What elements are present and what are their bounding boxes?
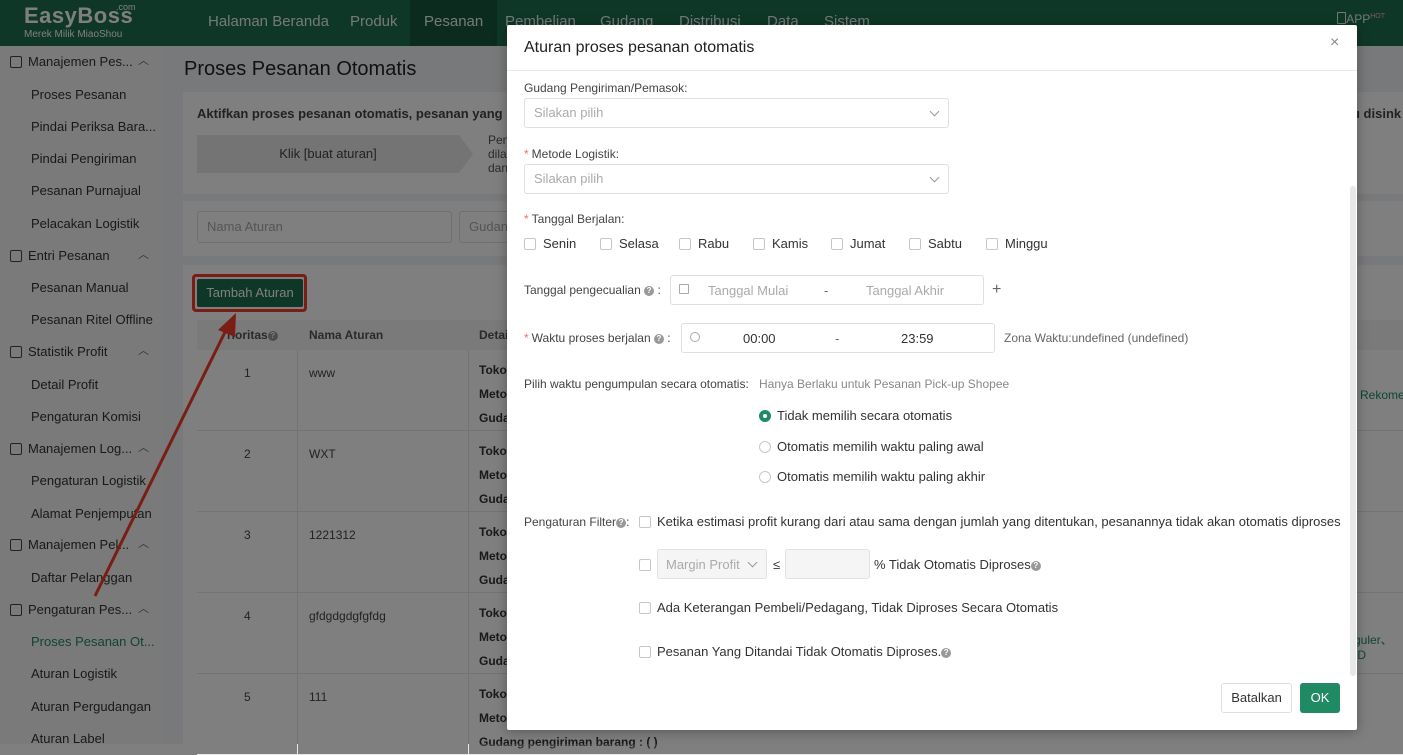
chevron-down-icon [929, 106, 940, 117]
radio-circle [759, 441, 771, 453]
range-separator: - [824, 283, 829, 298]
close-icon[interactable]: × [1330, 34, 1339, 52]
leq-symbol: ≤ [773, 557, 781, 572]
pickup-label: Pilih waktu pengumpulan secara otomatis: [524, 377, 749, 391]
checkbox-box [753, 238, 765, 250]
pickup-note: Hanya Berlaku untuk Pesanan Pick-up Shop… [759, 377, 1010, 391]
warehouse-select[interactable]: Silakan pilih [524, 98, 949, 128]
add-exception-icon[interactable]: + [992, 281, 1001, 299]
margin-value-input[interactable] [785, 549, 870, 579]
radio-circle [759, 410, 771, 422]
time-separator: - [835, 331, 840, 346]
help-icon: ? [653, 333, 664, 344]
flagged-checkbox[interactable] [639, 646, 651, 658]
cancel-button[interactable]: Batalkan [1221, 683, 1292, 713]
checkbox-box [524, 238, 536, 250]
timezone-text: Zona Waktu:undefined (undefined) [1004, 331, 1189, 345]
logistics-select[interactable]: Silakan pilih [524, 164, 949, 194]
modal-scrollbar[interactable] [1350, 186, 1356, 676]
exception-start[interactable]: Tanggal Mulai [708, 283, 788, 298]
flagged-label: Pesanan Yang Ditandai Tidak Otomatis Dip… [657, 644, 952, 659]
remark-label: Ada Keterangan Pembeli/Pedagang, Tidak D… [657, 600, 1059, 615]
checkbox-box [831, 238, 843, 250]
margin-checkbox[interactable] [639, 559, 651, 571]
margin-suffix: % Tidak Otomatis Diproses? [874, 557, 1041, 572]
help-icon: ? [941, 647, 952, 658]
days-label: * Tanggal Berjalan: [524, 212, 625, 226]
calendar-icon [679, 284, 689, 294]
exception-label: Tanggal pengecualian ? : [524, 283, 661, 297]
ok-button[interactable]: OK [1300, 683, 1340, 713]
checkbox-box [909, 238, 921, 250]
modal-divider [507, 70, 1357, 71]
modal-title: Aturan proses pesanan otomatis [524, 39, 755, 56]
checkbox-box [986, 238, 998, 250]
clock-icon [690, 332, 700, 342]
checkbox-box [679, 238, 691, 250]
chevron-down-icon [747, 557, 758, 568]
help-icon: ? [644, 285, 655, 296]
profit-estimate-checkbox[interactable] [639, 516, 651, 528]
radio-circle [759, 471, 771, 483]
help-icon: ? [616, 517, 627, 528]
time-end[interactable]: 23:59 [901, 331, 934, 346]
filter-label: Pengaturan Filter?: [524, 515, 630, 529]
remark-checkbox[interactable] [639, 602, 651, 614]
profit-estimate-label: Ketika estimasi profit kurang dari atau … [657, 514, 1341, 529]
checkbox-box [600, 238, 612, 250]
help-icon: ? [1030, 560, 1041, 571]
margin-profit-select[interactable]: Margin Profit [657, 549, 767, 579]
warehouse-label: Gudang Pengiriman/Pemasok: [524, 81, 688, 95]
exception-end[interactable]: Tanggal Akhir [866, 283, 944, 298]
time-start[interactable]: 00:00 [743, 331, 776, 346]
time-label: * Waktu proses berjalan ? : [524, 331, 671, 345]
chevron-down-icon [929, 172, 940, 183]
logistics-label: * Metode Logistik: [524, 147, 620, 161]
